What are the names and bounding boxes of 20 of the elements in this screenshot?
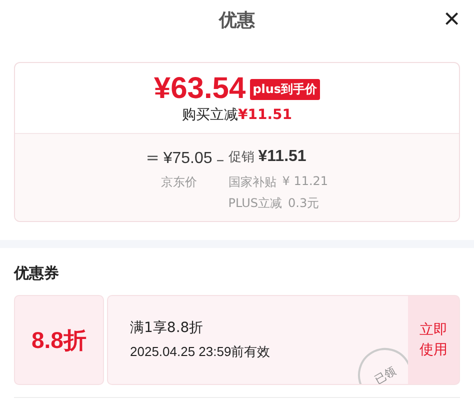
use-now-button[interactable]: 立即使用 — [408, 295, 460, 385]
discount-label: PLUS立减 — [228, 195, 282, 212]
promo-amount: ¥11.51 — [258, 148, 306, 166]
close-button[interactable]: × — [440, 4, 464, 34]
promo-label: 促销 — [228, 149, 254, 166]
discount-value: ¥ 11.21 — [282, 174, 328, 190]
coupon-condition: 满1享8.8折 — [130, 319, 204, 337]
base-price-label: 京东价 — [161, 174, 198, 191]
final-price: ¥63.54 — [154, 72, 246, 106]
minus-sign: – — [216, 148, 224, 170]
base-price: ¥75.05 — [163, 150, 212, 168]
discount-value: 0.3元 — [288, 195, 320, 212]
coupon-discount: 8.8折 — [32, 326, 86, 354]
dialog-title: 优惠 — [219, 9, 255, 32]
coupon-validity: 2025.04.25 23:59前有效 — [130, 343, 272, 361]
discount-label: 国家补贴 — [228, 174, 276, 191]
plus-price-badge: plus到手价 — [250, 78, 320, 100]
equals-sign: = — [146, 148, 160, 167]
section-title: 优惠券 — [14, 264, 60, 283]
saving-text: 购买立减¥11.51 — [182, 106, 292, 124]
